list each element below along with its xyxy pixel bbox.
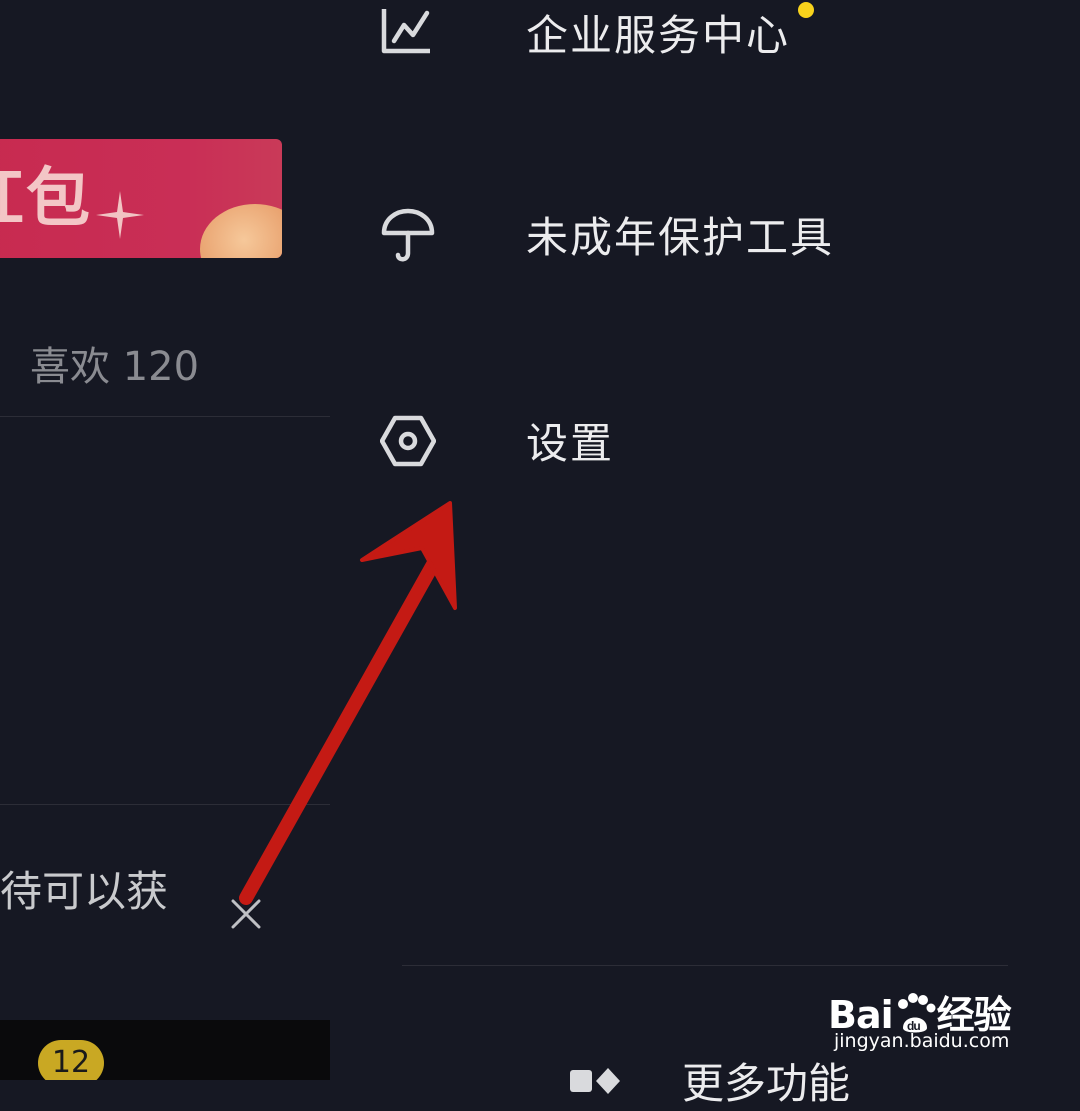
- chart-line-icon: [381, 8, 430, 53]
- hexagon-settings-icon: [380, 415, 436, 466]
- red-packet-banner[interactable]: 红包: [0, 139, 282, 258]
- menu-item-minor-protection[interactable]: 未成年保护工具: [380, 204, 834, 265]
- likes-tab[interactable]: 喜欢 120: [30, 334, 199, 392]
- promo-text: 待可以获: [0, 867, 169, 916]
- menu-item-label: 未成年保护工具: [526, 213, 835, 262]
- sparkle-icon: [96, 191, 144, 239]
- banner-decoration: [200, 204, 282, 258]
- umbrella-icon: [381, 208, 435, 261]
- more-features-icon: [570, 1067, 620, 1094]
- menu-item-label: 企业服务中心: [526, 11, 791, 60]
- menu-item-enterprise-service[interactable]: 企业服务中心: [380, 2, 814, 63]
- watermark-url: jingyan.baidu.com: [834, 1030, 1010, 1052]
- banner-text: 红包: [0, 162, 92, 236]
- close-icon[interactable]: [228, 896, 264, 932]
- divider: [0, 416, 330, 417]
- menu-item-settings[interactable]: 设置: [380, 410, 614, 471]
- baidu-jingyan-watermark: Bai du 经验 jingyan.baidu.com: [828, 966, 1028, 1056]
- menu-item-label: 设置: [526, 419, 615, 468]
- menu-item-label: 更多功能: [682, 1059, 851, 1108]
- profile-page-background: 红包 喜欢 120 待可以获 12: [0, 0, 330, 1080]
- menu-item-more-features[interactable]: 更多功能: [570, 1050, 850, 1111]
- notification-badge: 12: [38, 1040, 104, 1080]
- side-drawer-menu: 企业服务中心 未成年保护工具 设置 更多功能: [330, 0, 1080, 1108]
- notification-dot: [798, 2, 814, 18]
- divider: [0, 804, 330, 805]
